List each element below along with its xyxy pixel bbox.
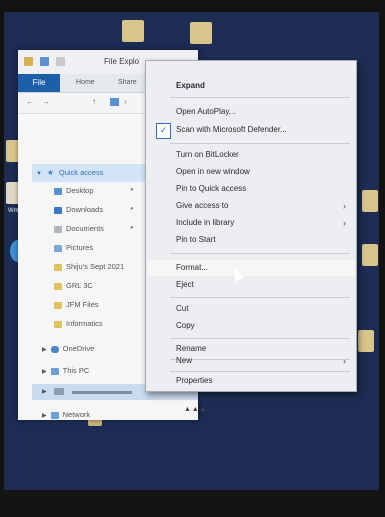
nav-network[interactable]: ▶ Network — [42, 410, 90, 419]
download-icon — [54, 206, 62, 214]
chevron-right-icon: › — [343, 201, 346, 211]
chevron-right-icon: › — [343, 218, 346, 228]
chevron-right-icon: ▶ — [42, 413, 47, 419]
computer-icon — [50, 367, 59, 375]
nav-quick-access[interactable]: ▼ ★ Quick access — [36, 168, 103, 177]
star-icon: ★ — [47, 168, 54, 177]
menu-item-eject[interactable]: Eject — [146, 277, 356, 293]
menu-item-expand[interactable]: Expand — [146, 78, 356, 94]
monitor-logo: ▲▲▲ — [184, 406, 208, 413]
tab-share[interactable]: Share — [118, 79, 137, 86]
menu-separator — [170, 253, 350, 254]
usb-drive-icon — [54, 388, 64, 395]
folder-icon — [54, 320, 62, 328]
desktop-file-icon[interactable] — [190, 22, 212, 44]
desktop-screen: File Explo File Home Share ← → ↑ › ▼ ★ Q… — [4, 12, 379, 490]
properties-icon[interactable] — [40, 57, 49, 66]
chevron-right-icon: ▶ — [42, 347, 47, 353]
pin-icon: ● — [130, 225, 134, 231]
nav-pictures[interactable]: Pictures — [54, 243, 93, 252]
desktop-label: Wm — [8, 208, 19, 214]
tab-home[interactable]: Home — [76, 79, 95, 86]
pictures-icon — [54, 244, 62, 252]
drive-icon — [110, 98, 119, 106]
pin-icon: ● — [130, 206, 134, 212]
cloud-icon — [50, 345, 59, 353]
up-arrow-icon[interactable]: ↑ — [92, 97, 96, 106]
pin-icon: ● — [130, 187, 134, 193]
nav-onedrive[interactable]: ▶ OneDrive — [42, 344, 94, 353]
monitor-bezel — [0, 490, 385, 517]
folder-icon — [54, 263, 62, 271]
menu-item-format[interactable]: Format... — [146, 260, 356, 276]
folder-icon — [54, 282, 62, 290]
menu-separator — [170, 338, 350, 339]
back-arrow-icon[interactable]: ← — [26, 97, 34, 106]
nav-folder-item[interactable]: GRL 3C — [54, 281, 93, 290]
folder-icon — [54, 301, 62, 309]
tab-file[interactable]: File — [18, 74, 60, 92]
menu-item-open-new-window[interactable]: Open in new window — [146, 164, 356, 180]
desktop-file-icon[interactable] — [362, 244, 378, 266]
menu-item-properties[interactable]: Properties — [146, 373, 356, 389]
menu-item-pin-quick-access[interactable]: Pin to Quick access — [146, 181, 356, 197]
desktop-icon — [54, 187, 62, 195]
menu-item-cut[interactable]: Cut — [146, 301, 356, 317]
nav-folder-item[interactable]: Shiju's Sept 2021 — [54, 262, 124, 271]
menu-item-give-access[interactable]: Give access to › — [146, 198, 356, 214]
drive-name-blurred — [72, 391, 132, 394]
chevron-down-icon: ▼ — [36, 171, 42, 177]
nav-folder-item[interactable]: JFM Files — [54, 300, 99, 309]
menu-separator — [170, 297, 350, 298]
chevron-right-icon: › — [343, 356, 346, 366]
folder-icon — [24, 57, 33, 66]
desktop-file-icon[interactable] — [122, 20, 144, 42]
menu-item-include-library[interactable]: Include in library › — [146, 215, 356, 231]
menu-separator — [170, 143, 350, 144]
nav-downloads[interactable]: Downloads — [54, 205, 103, 214]
network-icon — [50, 411, 59, 419]
menu-item-turn-on-bitlocker[interactable]: Turn on BitLocker — [146, 147, 356, 163]
desktop-file-icon[interactable] — [362, 190, 378, 212]
chevron-right-icon: ▶ — [42, 389, 47, 395]
menu-item-open-autoplay[interactable]: Open AutoPlay... — [146, 104, 356, 120]
desktop-file-icon[interactable] — [358, 330, 374, 352]
menu-item-scan-defender[interactable]: ✓ Scan with Microsoft Defender... — [146, 122, 356, 139]
forward-arrow-icon[interactable]: → — [42, 97, 50, 106]
new-folder-icon[interactable] — [56, 57, 65, 66]
chevron-right-icon: › — [124, 97, 127, 106]
nav-folder-item[interactable]: Informatics — [54, 319, 103, 328]
menu-item-pin-start[interactable]: Pin to Start — [146, 232, 356, 248]
monitor-frame: File Explo File Home Share ← → ↑ › ▼ ★ Q… — [0, 0, 385, 517]
nav-this-pc[interactable]: ▶ This PC — [42, 366, 89, 375]
chevron-right-icon: ▶ — [42, 369, 47, 375]
defender-icon: ✓ — [156, 123, 171, 139]
context-menu: Expand Open AutoPlay... ✓ Scan with Micro… — [145, 60, 357, 392]
menu-item-copy[interactable]: Copy — [146, 318, 356, 334]
window-title: File Explo — [104, 57, 140, 66]
menu-separator — [170, 371, 350, 372]
documents-icon — [54, 225, 62, 233]
nav-desktop[interactable]: Desktop — [54, 186, 94, 195]
menu-separator — [170, 97, 350, 98]
nav-documents[interactable]: Documents — [54, 224, 104, 233]
menu-item-new[interactable]: New › — [146, 353, 356, 369]
